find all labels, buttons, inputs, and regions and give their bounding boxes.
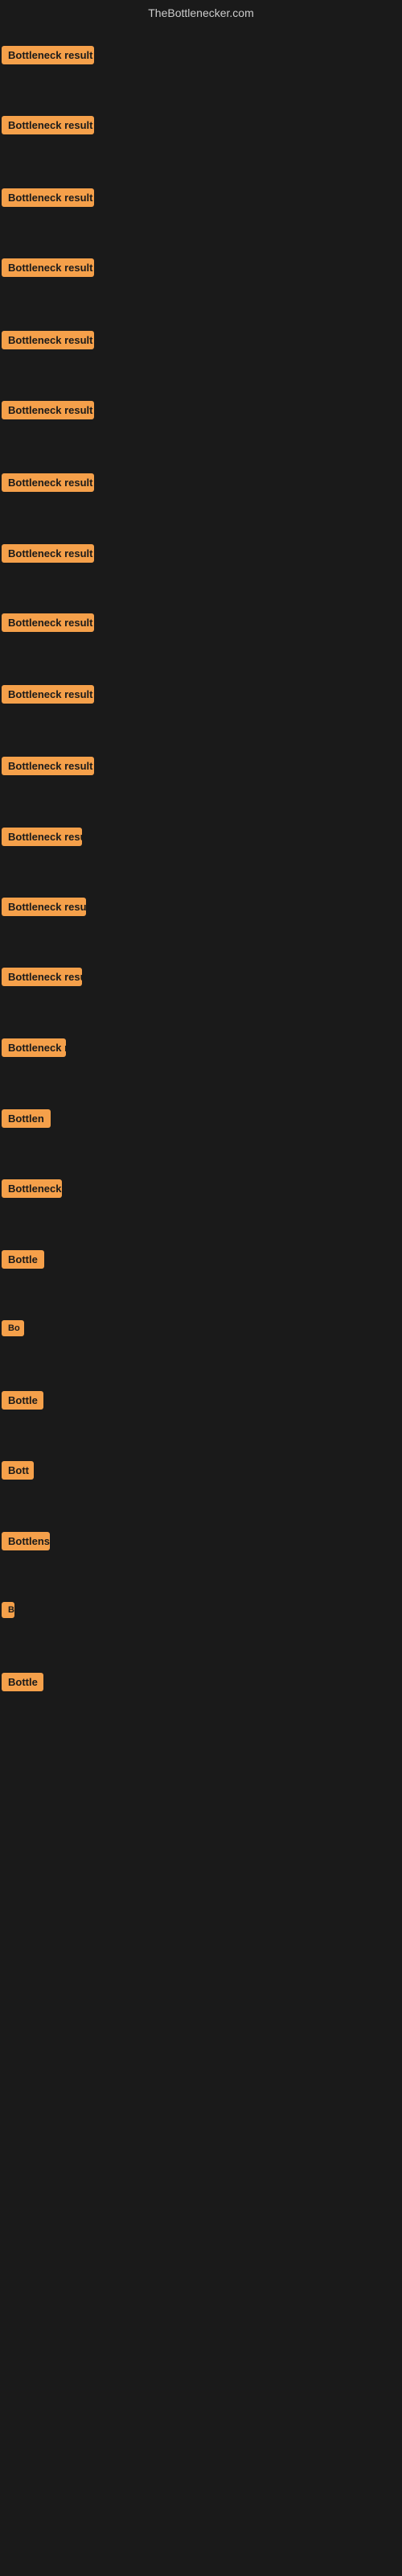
result-row: Bottle [2,1391,43,1414]
result-row: Bottleneck resu [2,968,82,990]
result-row: Bottleneck result [2,331,94,353]
bottleneck-badge[interactable]: Bottleneck result [2,331,94,349]
result-row: Bottlen [2,1109,51,1132]
result-row: Bottleneck result [2,544,94,567]
result-row: Bottle [2,1673,43,1695]
bottleneck-badge[interactable]: Bottle [2,1250,44,1269]
bottleneck-badge[interactable]: Bottleneck resu [2,828,82,846]
bottleneck-badge[interactable]: B [2,1602,14,1618]
result-row: Bottle [2,1250,44,1273]
bottleneck-badge[interactable]: Bottle [2,1673,43,1691]
result-row: Bottleneck result [2,613,94,636]
bottleneck-badge[interactable]: Bottleneck result [2,258,94,277]
bottleneck-badge[interactable]: Bottleneck [2,1179,62,1198]
bottleneck-badge[interactable]: Bottleneck result [2,46,94,64]
result-row: Bottleneck result [2,188,94,211]
bottleneck-badge[interactable]: Bottleneck result [2,544,94,563]
bottleneck-badge[interactable]: Bottlens [2,1532,50,1550]
bottleneck-badge[interactable]: Bottleneck result [2,757,94,775]
bottleneck-badge[interactable]: Bottleneck result [2,116,94,134]
bottleneck-badge[interactable]: Bottleneck result [2,401,94,419]
result-row: Bottleneck result [2,757,94,779]
bottleneck-badge[interactable]: Bottleneck result [2,188,94,207]
bottleneck-badge[interactable]: Bott [2,1461,34,1480]
result-row: Bottleneck result [2,116,94,138]
bottleneck-badge[interactable]: Bottleneck result [2,685,94,704]
result-row: Bottleneck result [2,258,94,281]
result-row: Bott [2,1461,34,1484]
bottleneck-badge[interactable]: Bo [2,1320,24,1336]
result-row: Bottleneck [2,1179,62,1202]
result-row: Bottlens [2,1532,50,1554]
result-row: Bottleneck resu [2,828,82,850]
bottleneck-badge[interactable]: Bottle [2,1391,43,1410]
result-row: Bottleneck result [2,401,94,423]
bottleneck-badge[interactable]: Bottleneck result [2,898,86,916]
result-row: Bottleneck r [2,1038,66,1061]
result-row: Bottleneck result [2,685,94,708]
result-row: B [2,1602,14,1622]
result-row: Bo [2,1320,24,1340]
bottleneck-badge[interactable]: Bottleneck result [2,473,94,492]
result-row: Bottleneck result [2,473,94,496]
bottleneck-badge[interactable]: Bottlen [2,1109,51,1128]
result-row: Bottleneck result [2,898,86,920]
bottleneck-badge[interactable]: Bottleneck result [2,613,94,632]
result-row: Bottleneck result [2,46,94,68]
bottleneck-badge[interactable]: Bottleneck resu [2,968,82,986]
bottleneck-badge[interactable]: Bottleneck r [2,1038,66,1057]
